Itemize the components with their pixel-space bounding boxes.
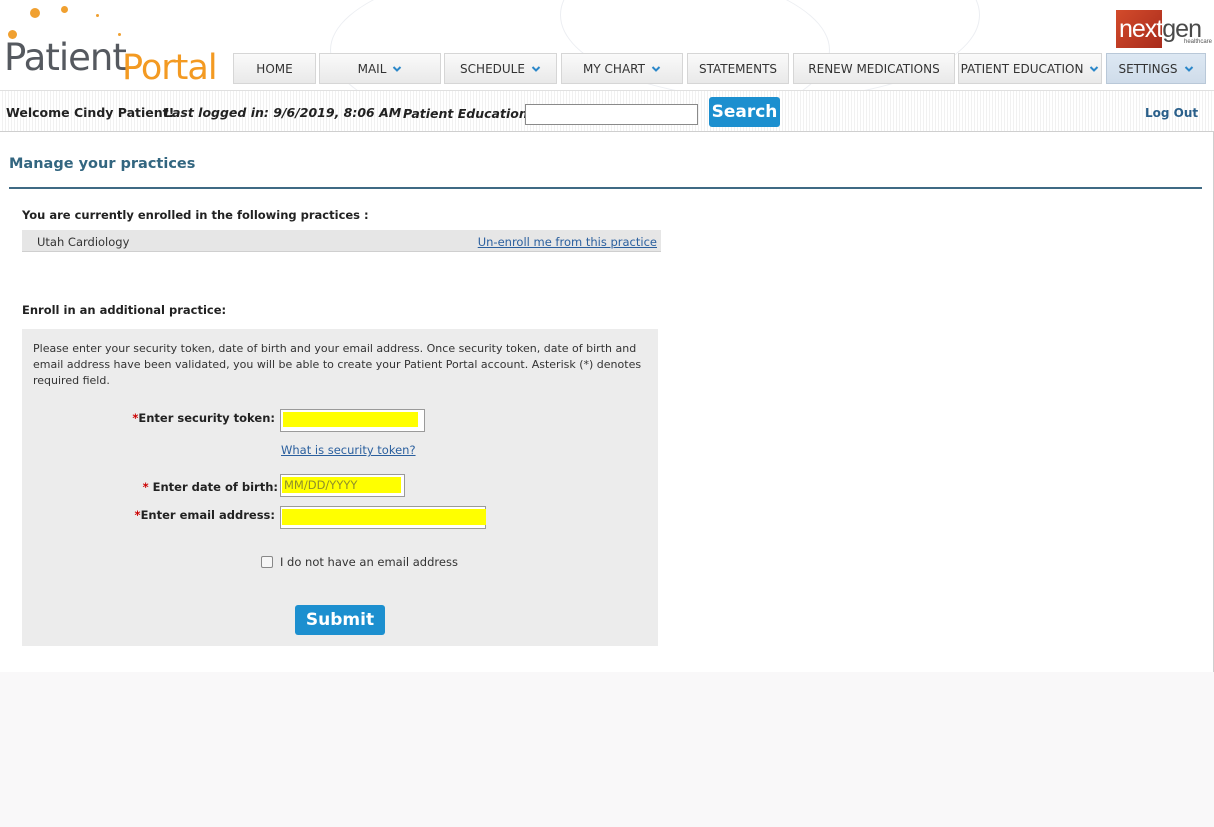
nav-label: MAIL: [357, 61, 387, 76]
search-button[interactable]: Search: [709, 97, 780, 127]
nav-label: STATEMENTS: [698, 61, 778, 76]
logo-dot: [61, 6, 68, 13]
main-content: Manage your practices You are currently …: [0, 132, 1214, 672]
unenroll-link[interactable]: Un-enroll me from this practice: [478, 235, 657, 249]
logo-word-portal: Portal: [122, 48, 218, 88]
patient-portal-logo[interactable]: Patient Portal: [0, 0, 230, 90]
nav-label: PATIENT EDUCATION: [960, 61, 1084, 76]
welcome-bar: Welcome Cindy Patient! Last logged in: 9…: [0, 90, 1214, 132]
page-title: Manage your practices: [9, 156, 196, 172]
enroll-additional-label: Enroll in an additional practice:: [22, 303, 227, 317]
nav-label: SCHEDULE: [460, 61, 525, 76]
last-logged-in: Last logged in: 9/6/2019, 8:06 AM: [164, 105, 402, 120]
welcome-greeting: Welcome Cindy Patient!: [6, 105, 175, 120]
patient-education-label: Patient Education: [403, 106, 528, 121]
nav-label: SETTINGS: [1118, 61, 1178, 76]
chevron-down-icon: [651, 65, 661, 72]
logout-link[interactable]: Log Out: [1145, 106, 1198, 120]
dob-field[interactable]: MM/DD/YYYY: [280, 474, 405, 497]
page-footer-area: [0, 672, 1214, 827]
enrolled-practices-label: You are currently enrolled in the follow…: [22, 208, 369, 222]
dob-placeholder: MM/DD/YYYY: [284, 478, 358, 492]
nav-settings[interactable]: SETTINGS: [1106, 53, 1206, 84]
chevron-down-icon: [1090, 65, 1099, 72]
dob-label: * Enter date of birth:: [82, 480, 278, 494]
nextgen-logo-sub: healthcare: [1184, 39, 1213, 45]
email-label-text: Enter email address:: [140, 508, 275, 522]
form-instructions: Please enter your security token, date o…: [33, 342, 642, 387]
title-divider: [9, 187, 1202, 189]
chevron-down-icon: [531, 65, 541, 72]
no-email-label[interactable]: I do not have an email address: [280, 555, 458, 569]
logo-dot: [96, 14, 99, 17]
header: Patient Portal nextgen healthcare HOME M…: [0, 0, 1214, 90]
nav-my-chart[interactable]: MY CHART: [561, 53, 683, 84]
nav-schedule[interactable]: SCHEDULE: [444, 53, 557, 84]
patient-education-search-input[interactable]: [525, 104, 698, 125]
chevron-down-icon: [393, 65, 402, 72]
nextgen-logo: nextgen healthcare: [1116, 8, 1212, 48]
security-token-label-text: Enter security token:: [138, 411, 275, 425]
security-token-help-link[interactable]: What is security token?: [281, 443, 416, 457]
nav-label: HOME: [256, 61, 293, 76]
practice-row: Utah Cardiology Un-enroll me from this p…: [22, 230, 661, 252]
chevron-down-icon: [1184, 65, 1193, 72]
nextgen-logo-next: next: [1119, 15, 1163, 43]
nav-mail[interactable]: MAIL: [319, 53, 441, 84]
practice-name: Utah Cardiology: [37, 235, 130, 249]
no-email-checkbox[interactable]: [261, 556, 273, 568]
token-highlight: [283, 412, 418, 427]
nav-label: RENEW MEDICATIONS: [808, 61, 940, 76]
logo-word-patient: Patient: [4, 36, 127, 79]
logo-dot: [30, 8, 40, 18]
email-highlight: [282, 509, 486, 525]
email-label: *Enter email address:: [82, 508, 275, 522]
dob-label-text: Enter date of birth:: [148, 480, 278, 494]
submit-button[interactable]: Submit: [295, 605, 385, 635]
nav-patient-education[interactable]: PATIENT EDUCATION: [958, 53, 1102, 84]
enroll-form: Please enter your security token, date o…: [22, 329, 658, 646]
security-token-label: *Enter security token:: [82, 411, 275, 425]
nav-statements[interactable]: STATEMENTS: [687, 53, 789, 84]
nav-label: MY CHART: [583, 61, 645, 76]
nav-renew-medications[interactable]: RENEW MEDICATIONS: [793, 53, 955, 84]
nav-home[interactable]: HOME: [233, 53, 316, 84]
